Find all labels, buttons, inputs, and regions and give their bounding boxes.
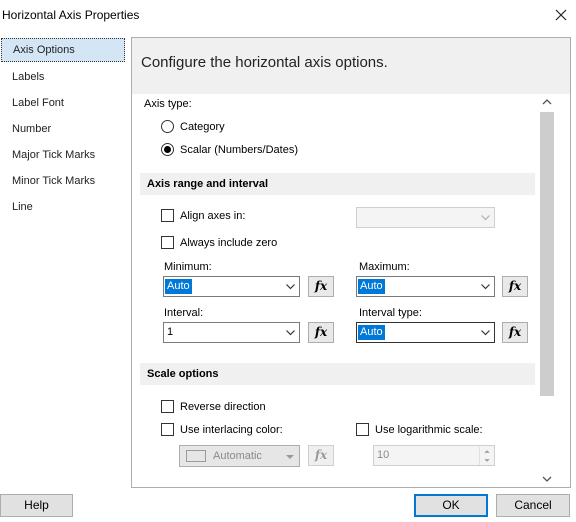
minimum-value: Auto [165,279,192,294]
category-radio[interactable] [161,120,174,133]
nav-item-line[interactable]: Line [0,195,124,219]
align-axes-dropdown[interactable] [356,207,495,228]
interval-expression-button[interactable]: fx [308,322,334,343]
ok-button[interactable]: OK [414,494,488,517]
chevron-down-icon [286,284,295,290]
axis-type-label: Axis type: [144,98,192,110]
title-bar: Horizontal Axis Properties [0,0,576,30]
color-swatch [186,450,206,462]
reverse-direction-checkbox[interactable] [161,400,174,413]
nav-item-minor-tick-marks[interactable]: Minor Tick Marks [0,169,124,193]
reverse-direction-label: Reverse direction [180,401,266,413]
nav-item-number[interactable]: Number [0,117,124,141]
panel-header: Configure the horizontal axis options. [132,38,570,94]
always-include-zero-label: Always include zero [180,237,278,249]
options-panel: Configure the horizontal axis options. A… [131,37,571,488]
scale-options-section-header: Scale options [140,363,535,385]
close-icon[interactable] [551,5,571,25]
interval-type-combo[interactable]: Auto [356,322,495,343]
scalar-radio-label: Scalar (Numbers/Dates) [180,144,298,156]
panel-title: Configure the horizontal axis options. [141,54,388,71]
scroll-down-icon[interactable] [538,471,556,487]
interlacing-color-checkbox[interactable] [161,423,174,436]
log-base-spinner[interactable]: 10 [373,445,495,466]
maximum-label: Maximum: [359,261,410,273]
minimum-combo[interactable]: Auto [163,276,300,297]
interval-type-expression-button[interactable]: fx [502,322,528,343]
interlacing-color-picker[interactable]: Automatic [179,445,300,467]
window-title: Horizontal Axis Properties [2,8,140,22]
minimum-expression-button[interactable]: fx [308,276,334,297]
maximum-value: Auto [358,279,385,294]
minimum-label: Minimum: [164,261,212,273]
interval-type-value: Auto [358,325,385,340]
spin-up-icon[interactable] [479,447,494,456]
nav-item-label-font[interactable]: Label Font [0,91,124,115]
align-axes-checkbox[interactable] [161,209,174,222]
chevron-down-icon [481,330,490,336]
interval-type-label: Interval type: [359,307,422,319]
scalar-radio[interactable] [161,143,174,156]
logarithmic-scale-checkbox[interactable] [356,423,369,436]
interlacing-expression-button[interactable]: fx [308,445,334,466]
maximum-expression-button[interactable]: fx [502,276,528,297]
nav-item-labels[interactable]: Labels [0,65,124,89]
scrollbar-thumb[interactable] [540,112,554,396]
options-content: Axis type: Category Scalar (Numbers/Date… [132,94,570,487]
cancel-button[interactable]: Cancel [496,494,570,517]
always-include-zero-checkbox[interactable] [161,236,174,249]
interlacing-color-label: Use interlacing color: [180,424,283,436]
page-nav: Axis Options Labels Label Font Number Ma… [0,37,127,490]
dropdown-arrow-icon [286,455,294,459]
spin-down-icon[interactable] [479,456,494,465]
log-base-value: 10 [377,449,390,461]
interval-combo[interactable]: 1 [163,322,300,343]
category-radio-label: Category [180,121,225,133]
axis-range-section-header: Axis range and interval [140,173,535,195]
vertical-scrollbar[interactable] [538,94,556,487]
nav-item-major-tick-marks[interactable]: Major Tick Marks [0,143,124,167]
nav-item-axis-options[interactable]: Axis Options [1,38,125,62]
align-axes-dropdown-value [358,210,362,225]
chevron-down-icon [481,215,490,221]
interval-value: 1 [167,326,174,338]
help-button[interactable]: Help [0,494,73,517]
scroll-up-icon[interactable] [538,94,556,110]
align-axes-label: Align axes in: [180,210,246,222]
chevron-down-icon [286,330,295,336]
maximum-combo[interactable]: Auto [356,276,495,297]
interlacing-color-value: Automatic [213,450,262,462]
interval-label: Interval: [164,307,204,319]
chevron-down-icon [481,284,490,290]
logarithmic-scale-label: Use logarithmic scale: [375,424,483,436]
